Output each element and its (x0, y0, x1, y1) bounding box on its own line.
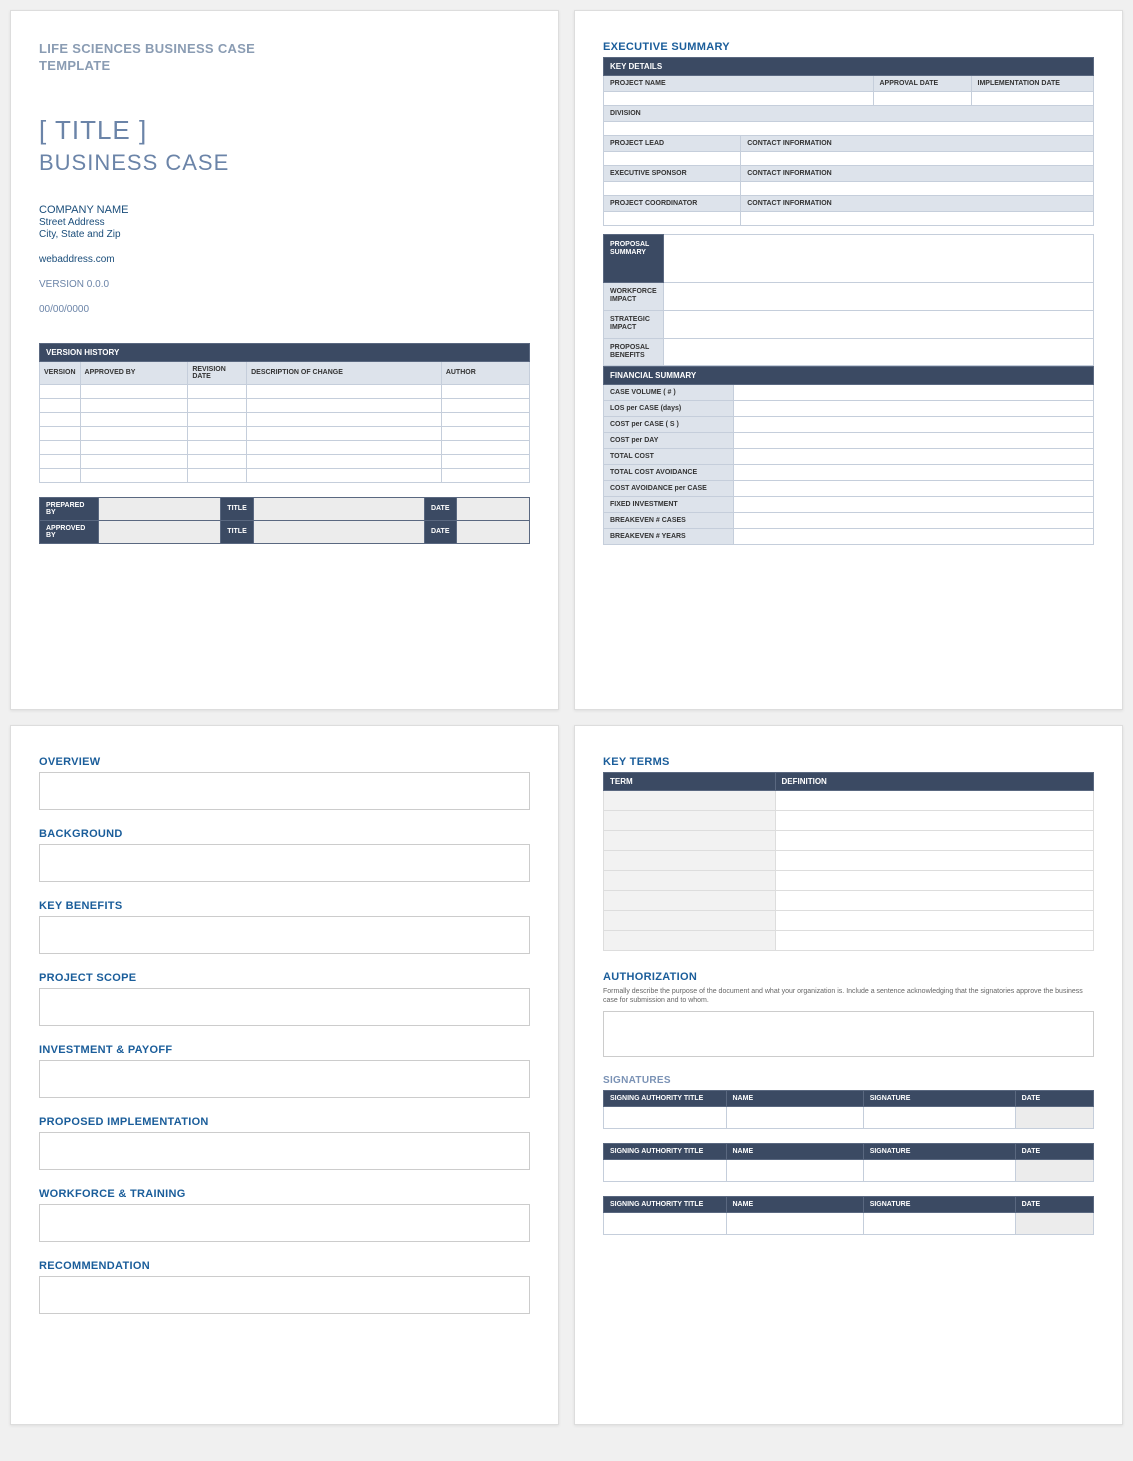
project-scope-box (39, 988, 530, 1026)
key-details-table: KEY DETAILS PROJECT NAME APPROVAL DATE I… (603, 57, 1094, 226)
implementation-date-label: IMPLEMENTATION DATE (971, 76, 1094, 92)
doc-header: LIFE SCIENCES BUSINESS CASE TEMPLATE (39, 41, 530, 75)
investment-payoff-title: INVESTMENT & PAYOFF (39, 1044, 530, 1056)
term-col: TERM (604, 773, 776, 791)
document-title: [ TITLE ] (39, 115, 530, 146)
cost-avoid-per-case-label: COST AVOIDANCE per CASE (604, 481, 734, 497)
proposal-benefits-label: PROPOSAL BENEFITS (604, 338, 664, 366)
proposal-summary-table: PROPOSAL SUMMARY WORKFORCE IMPACT STRATE… (603, 234, 1094, 366)
doc-header-line1: LIFE SCIENCES BUSINESS CASE (39, 41, 530, 58)
overview-title: OVERVIEW (39, 756, 530, 768)
col-revision-date: REVISION DATE (188, 361, 247, 384)
document-subtitle: BUSINESS CASE (39, 150, 530, 176)
contact-info-label-1: CONTACT INFORMATION (741, 136, 1094, 152)
workforce-training-title: WORKFORCE & TRAINING (39, 1188, 530, 1200)
signature-block-2: SIGNING AUTHORITY TITLE NAME SIGNATURE D… (603, 1143, 1094, 1182)
prepared-by-label: PREPARED BY (40, 497, 99, 520)
title-label-2: TITLE (221, 520, 253, 543)
project-scope-title: PROJECT SCOPE (39, 972, 530, 984)
sig-signature-col: SIGNATURE (863, 1091, 1015, 1107)
total-cost-avoid-label: TOTAL COST AVOIDANCE (604, 465, 734, 481)
sig-authority-title-col: SIGNING AUTHORITY TITLE (604, 1091, 727, 1107)
version-history-table: VERSION HISTORY VERSION APPROVED BY REVI… (39, 343, 530, 483)
sig-name-col: NAME (726, 1091, 863, 1107)
signature-block-1: SIGNING AUTHORITY TITLE NAME SIGNATURE D… (603, 1090, 1094, 1129)
workforce-impact-label: WORKFORCE IMPACT (604, 283, 664, 311)
date-label: DATE (424, 497, 456, 520)
background-box (39, 844, 530, 882)
proposal-summary-label: PROPOSAL SUMMARY (604, 235, 664, 283)
page-3-sections: OVERVIEW BACKGROUND KEY BENEFITS PROJECT… (10, 725, 559, 1425)
strategic-impact-label: STRATEGIC IMPACT (604, 310, 664, 338)
background-title: BACKGROUND (39, 828, 530, 840)
project-name-label: PROJECT NAME (604, 76, 874, 92)
page-1-cover: LIFE SCIENCES BUSINESS CASE TEMPLATE [ T… (10, 10, 559, 710)
prepared-by-block: PREPARED BY TITLE DATE APPROVED BY TITLE… (39, 497, 530, 544)
project-lead-label: PROJECT LEAD (604, 136, 741, 152)
approval-date-label: APPROVAL DATE (873, 76, 971, 92)
doc-date: 00/00/0000 (39, 304, 530, 315)
approved-by-label: APPROVED BY (40, 520, 99, 543)
sig-date-col: DATE (1015, 1091, 1093, 1107)
division-label: DIVISION (604, 106, 1094, 122)
proposed-implementation-title: PROPOSED IMPLEMENTATION (39, 1116, 530, 1128)
contact-info-label-2: CONTACT INFORMATION (741, 166, 1094, 182)
city-state-zip: City, State and Zip (39, 229, 530, 240)
los-per-case-label: LOS per CASE (days) (604, 401, 734, 417)
case-volume-label: CASE VOLUME ( # ) (604, 385, 734, 401)
version-history-header: VERSION HISTORY (40, 343, 530, 361)
contact-info-label-3: CONTACT INFORMATION (741, 196, 1094, 212)
street-address: Street Address (39, 217, 530, 228)
version-label: VERSION 0.0.0 (39, 279, 530, 290)
key-benefits-title: KEY BENEFITS (39, 900, 530, 912)
fixed-investment-label: FIXED INVESTMENT (604, 497, 734, 513)
definition-col: DEFINITION (775, 773, 1094, 791)
date-label-2: DATE (424, 520, 456, 543)
executive-summary-title: EXECUTIVE SUMMARY (603, 41, 1094, 53)
title-label: TITLE (221, 497, 253, 520)
workforce-training-box (39, 1204, 530, 1242)
web-address: webaddress.com (39, 254, 530, 265)
authorization-box (603, 1011, 1094, 1057)
col-author: AUTHOR (441, 361, 529, 384)
key-terms-table: TERM DEFINITION (603, 772, 1094, 951)
cost-per-case-label: COST per CASE ( S ) (604, 417, 734, 433)
authorization-description: Formally describe the purpose of the doc… (603, 987, 1094, 1005)
financial-summary-table: FINANCIAL SUMMARY CASE VOLUME ( # ) LOS … (603, 366, 1094, 545)
recommendation-title: RECOMMENDATION (39, 1260, 530, 1272)
investment-payoff-box (39, 1060, 530, 1098)
key-benefits-box (39, 916, 530, 954)
page-2-executive-summary: EXECUTIVE SUMMARY KEY DETAILS PROJECT NA… (574, 10, 1123, 710)
breakeven-cases-label: BREAKEVEN # CASES (604, 513, 734, 529)
company-name: COMPANY NAME (39, 204, 530, 216)
col-approved-by: APPROVED BY (80, 361, 188, 384)
cost-per-day-label: COST per DAY (604, 433, 734, 449)
key-details-header: KEY DETAILS (604, 58, 1094, 76)
recommendation-box (39, 1276, 530, 1314)
breakeven-years-label: BREAKEVEN # YEARS (604, 529, 734, 545)
authorization-title: AUTHORIZATION (603, 971, 1094, 983)
col-version: VERSION (40, 361, 81, 384)
proposed-implementation-box (39, 1132, 530, 1170)
financial-summary-header: FINANCIAL SUMMARY (604, 367, 1094, 385)
total-cost-label: TOTAL COST (604, 449, 734, 465)
col-desc-change: DESCRIPTION OF CHANGE (247, 361, 442, 384)
page-4-terms-auth: KEY TERMS TERM DEFINITION AUTHORIZATION … (574, 725, 1123, 1425)
exec-sponsor-label: EXECUTIVE SPONSOR (604, 166, 741, 182)
signature-block-3: SIGNING AUTHORITY TITLE NAME SIGNATURE D… (603, 1196, 1094, 1235)
doc-header-line2: TEMPLATE (39, 58, 530, 75)
overview-box (39, 772, 530, 810)
key-terms-title: KEY TERMS (603, 756, 1094, 768)
project-coord-label: PROJECT COORDINATOR (604, 196, 741, 212)
signatures-title: SIGNATURES (603, 1075, 1094, 1086)
